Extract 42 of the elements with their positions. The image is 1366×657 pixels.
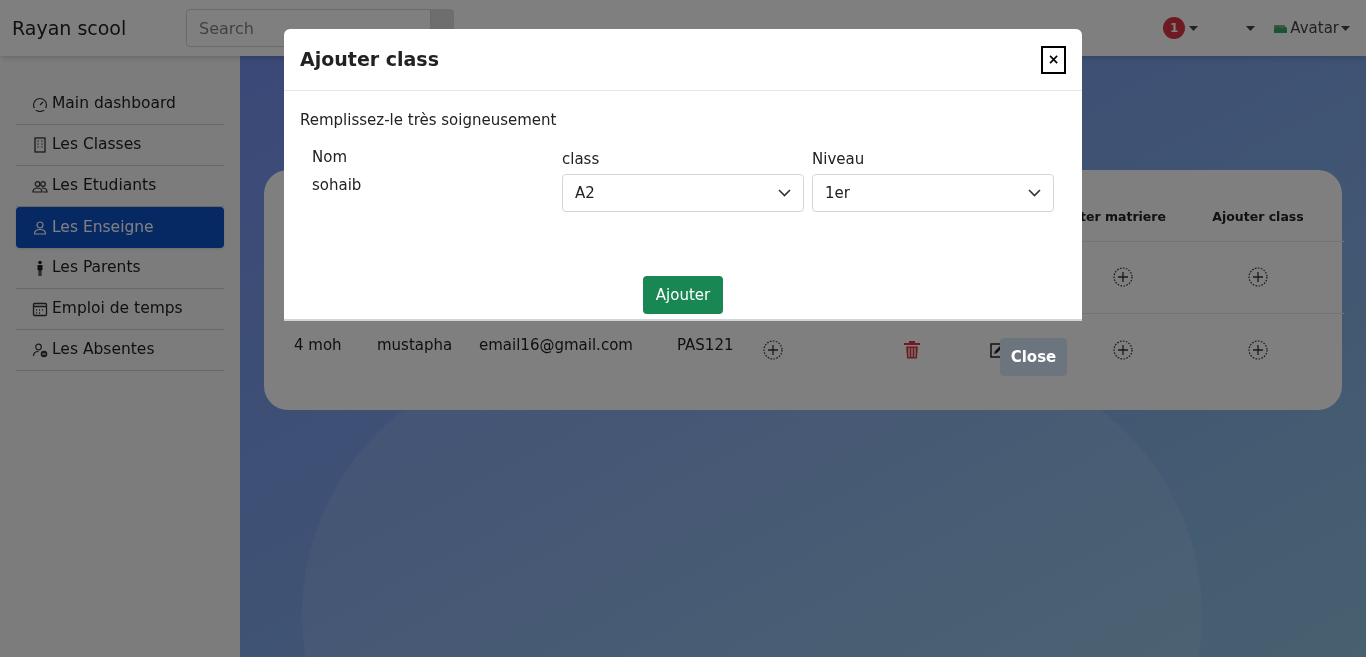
trash-icon[interactable]: [904, 340, 920, 359]
add-icon[interactable]: [1113, 339, 1133, 360]
building-icon: [32, 137, 48, 153]
sidebar-item[interactable]: Les Absentes: [16, 330, 224, 371]
brand-title[interactable]: Rayan scool: [12, 13, 186, 43]
table-cell-text: mustapha: [377, 334, 453, 356]
select-field[interactable]: A2: [562, 174, 804, 212]
calendar-icon: [32, 301, 48, 317]
table-cell-text: 4 moh: [294, 334, 342, 356]
people-icon: [32, 178, 48, 194]
notification-badge[interactable]: 1: [1163, 17, 1186, 39]
table-cell-text: email16@gmail.com: [479, 334, 633, 356]
gauge-icon: [32, 96, 48, 112]
field-label: Nom: [312, 146, 348, 168]
modal-title: Ajouter class: [300, 47, 439, 73]
caret-icon[interactable]: [1246, 25, 1256, 31]
chevron-down-icon: [778, 189, 791, 197]
table-cell-text: PAS121: [677, 334, 734, 356]
sidebar-item[interactable]: Les Parents: [16, 248, 224, 289]
select-field[interactable]: 1er: [812, 174, 1054, 212]
close-button[interactable]: ×: [1041, 45, 1066, 74]
field-value: sohaib: [312, 175, 363, 196]
sidebar-item[interactable]: Les Enseigne: [16, 207, 224, 248]
close-button[interactable]: Close: [1000, 338, 1067, 376]
add-icon[interactable]: [763, 339, 783, 360]
instruction-text: Remplissez-le très soigneusement: [300, 110, 558, 131]
sidebar-item[interactable]: Les Classes: [16, 125, 224, 166]
sidebar-item[interactable]: Emploi de temps: [16, 289, 224, 330]
add-icon[interactable]: [1113, 267, 1133, 288]
caret-icon[interactable]: [1189, 25, 1199, 31]
person-dash-icon: [32, 342, 48, 358]
caret-icon: [1341, 25, 1350, 31]
submit-button[interactable]: Ajouter: [642, 276, 724, 314]
column-header: Ajouter class: [1212, 208, 1304, 226]
chevron-down-icon: [1028, 189, 1041, 197]
add-icon[interactable]: [1248, 267, 1268, 288]
person-icon: [32, 219, 48, 236]
sidebar-item[interactable]: Main dashboard: [16, 84, 224, 125]
avatar-menu[interactable]: Avatar: [1273, 16, 1350, 40]
field-label: class: [562, 148, 601, 170]
field-label: Niveau: [812, 148, 866, 170]
add-icon[interactable]: [1248, 339, 1268, 360]
